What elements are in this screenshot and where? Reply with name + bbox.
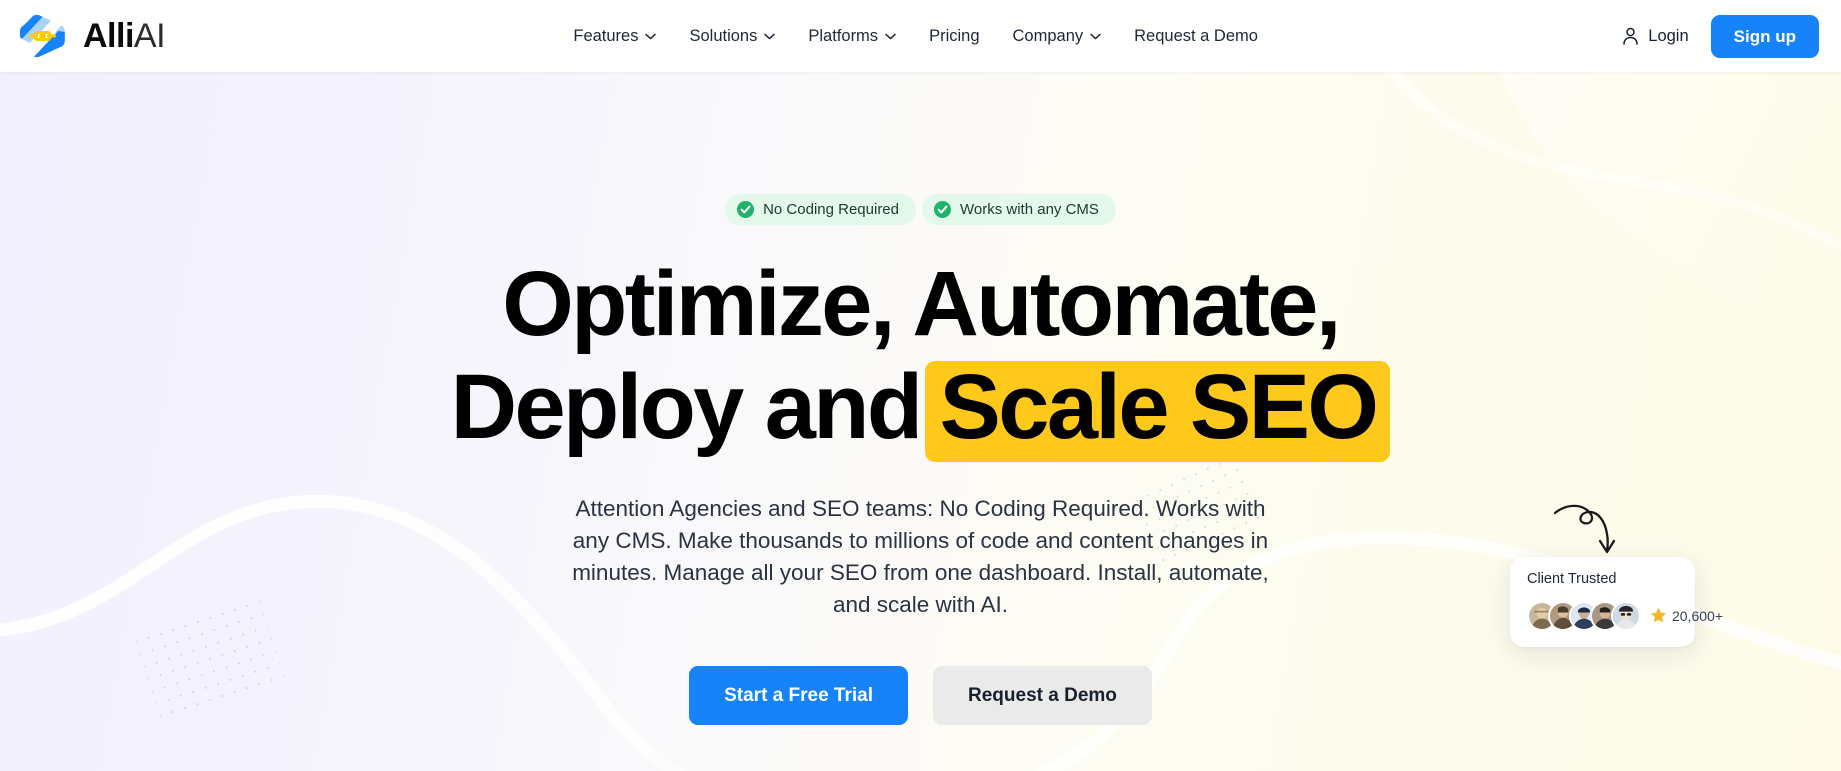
chevron-down-icon [1090,33,1101,40]
main-navigation: Features Solutions Platforms Pricing Com… [529,28,1258,45]
hero-cta-row: Start a Free Trial Request a Demo [689,666,1152,726]
user-icon [1622,27,1639,45]
nav-item-pricing[interactable]: Pricing [929,28,979,45]
nav-item-company[interactable]: Company [1013,28,1102,45]
signup-button[interactable]: Sign up [1710,14,1819,58]
header-actions: Login Sign up [1622,14,1819,58]
brand-wordmark: AlliAI [83,17,166,55]
client-avatar-5 [1611,600,1641,631]
nav-label-features: Features [573,26,639,45]
nav-item-request-a-demo[interactable]: Request a Demo [1134,28,1258,45]
hero-content: No Coding Required Works with any CMS Op… [0,72,1841,771]
check-circle-icon [737,201,755,218]
avatar-group [1527,600,1641,631]
star-icon [1650,607,1667,624]
badge-label: No Coding Required [763,201,899,218]
nav-item-features[interactable]: Features [573,26,657,45]
nav-item-solutions[interactable]: Solutions [689,26,776,45]
hero-headline: Optimize, Automate, Deploy and Scale SEO [450,253,1391,463]
nav-label-platforms: Platforms [808,26,879,45]
chevron-down-icon [885,33,896,40]
brand-logo[interactable]: AlliAI [16,13,166,59]
allai-hexagon-logo-icon [16,13,72,59]
site-header: AlliAI Features Solutions Platforms Pric… [0,0,1841,72]
brand-name-bold: Alli [83,17,134,55]
badge-label: Works with any CMS [960,201,1099,218]
headline-plain-text: Deploy and [450,356,923,459]
rating-group: 20,600+ [1650,607,1723,624]
landing-page: AlliAI Features Solutions Platforms Pric… [0,0,1841,771]
login-button[interactable]: Login [1622,26,1689,45]
client-trusted-widget: Client Trusted 20,600+ [1510,504,1723,647]
nav-label-request-a-demo: Request a Demo [1134,26,1258,45]
hero-subtitle: Attention Agencies and SEO teams: No Cod… [572,496,1269,618]
chevron-down-icon [764,33,776,40]
request-demo-button[interactable]: Request a Demo [933,666,1152,726]
client-trusted-card: Client Trusted 20,600+ [1510,557,1723,647]
headline-highlight-scale-seo: Scale SEO [925,361,1391,463]
headline-line-2: Deploy and Scale SEO [450,356,1391,463]
client-trusted-title: Client Trusted [1527,571,1617,587]
brand-name-light: AI [133,17,166,55]
rating-count: 20,600+ [1672,607,1723,624]
nav-label-company: Company [1012,26,1084,45]
nav-item-platforms[interactable]: Platforms [808,28,896,45]
client-trusted-row: 20,600+ [1527,600,1723,631]
hero-section: No Coding Required Works with any CMS Op… [0,72,1841,771]
nav-label-pricing: Pricing [929,26,980,45]
badge-no-coding-required: No Coding Required [725,194,916,225]
nav-label-solutions: Solutions [689,26,758,45]
chevron-down-icon [645,33,657,40]
badge-works-with-any-cms: Works with any CMS [922,194,1116,225]
login-label: Login [1648,26,1689,45]
start-free-trial-button[interactable]: Start a Free Trial [689,666,909,726]
headline-line-1: Optimize, Automate, [502,253,1341,355]
check-circle-icon [934,201,951,218]
hero-badges: No Coding Required Works with any CMS [725,194,1116,225]
